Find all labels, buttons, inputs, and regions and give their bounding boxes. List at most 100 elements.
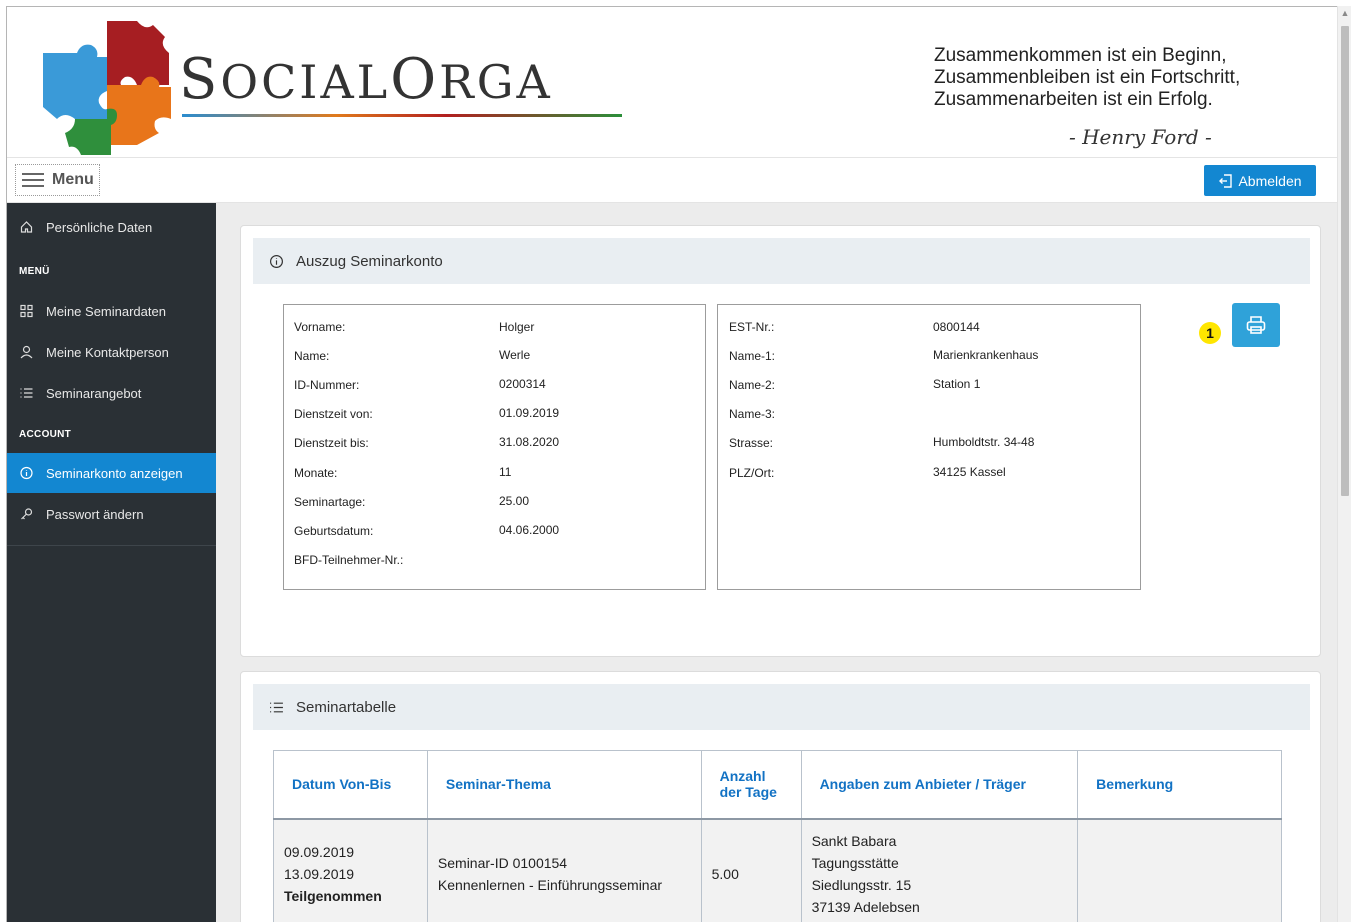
column-header-date: Datum Von-Bis bbox=[273, 750, 428, 820]
column-header-days: Anzahl der Tage bbox=[700, 750, 802, 820]
field-label: Vorname: bbox=[294, 320, 346, 334]
field-value: Marienkrankenhaus bbox=[933, 348, 1039, 362]
field-label: BFD-Teilnehmer-Nr.: bbox=[294, 553, 404, 567]
column-header-remark: Bemerkung bbox=[1077, 750, 1282, 820]
sidebar-item-seminarkonto-anzeigen[interactable]: Seminarkonto anzeigen bbox=[7, 453, 216, 493]
topbar: Menu Abmelden bbox=[7, 157, 1337, 203]
quote-line: Zusammenarbeiten ist ein Erfolg. bbox=[934, 89, 1213, 110]
field-value: Station 1 bbox=[933, 377, 981, 391]
field-label: PLZ/Ort: bbox=[729, 466, 775, 480]
seminar-card-header: Seminartabelle bbox=[253, 684, 1310, 730]
field-value: 11 bbox=[499, 465, 512, 479]
logout-label: Abmelden bbox=[1238, 172, 1302, 189]
sidebar-item-label: Meine Seminardaten bbox=[46, 303, 166, 319]
column-header-provider: Angaben zum Anbieter / Träger bbox=[800, 750, 1079, 820]
quote-line: Zusammenkommen ist ein Beginn, bbox=[934, 45, 1227, 66]
card-title: Auszug Seminarkonto bbox=[296, 252, 443, 270]
cell-date: 09.09.2019 13.09.2019 Teilgenommen bbox=[273, 818, 428, 922]
sidebar-section-menu: MENÜ bbox=[19, 266, 50, 277]
sidebar-item-meine-kontaktperson[interactable]: Meine Kontaktperson bbox=[7, 332, 216, 372]
annotation-badge: 1 bbox=[1199, 322, 1221, 344]
cell-provider: Sankt Babara Tagungsstätte Siedlungsstr.… bbox=[800, 818, 1079, 922]
home-icon bbox=[20, 221, 33, 233]
field-label: Strasse: bbox=[729, 436, 774, 450]
field-label: Geburtsdatum: bbox=[294, 524, 374, 538]
sidebar: Persönliche Daten MENÜ Meine Seminardate… bbox=[7, 203, 216, 922]
field-value: 34125 Kassel bbox=[933, 465, 1006, 479]
sidebar-item-label: Meine Kontaktperson bbox=[46, 344, 169, 360]
sidebar-item-meine-seminardaten[interactable]: Meine Seminardaten bbox=[7, 291, 216, 331]
scrollbar-thumb[interactable] bbox=[1341, 26, 1349, 496]
key-icon bbox=[21, 508, 33, 520]
personal-info-box: Vorname: Holger Name: Werle ID-Nummer: 0… bbox=[283, 304, 706, 590]
seminar-id: Seminar-ID 0100154 bbox=[437, 854, 568, 871]
grid-icon bbox=[20, 304, 33, 318]
info-icon bbox=[270, 254, 283, 268]
field-value: 0800144 bbox=[933, 320, 980, 334]
print-button[interactable] bbox=[1232, 303, 1280, 347]
account-card: Auszug Seminarkonto Vorname: Holger Name… bbox=[240, 225, 1321, 657]
field-label: Dienstzeit von: bbox=[294, 407, 373, 421]
menu-toggle-button[interactable]: Menu bbox=[15, 164, 100, 196]
field-value: Holger bbox=[499, 320, 535, 334]
field-label: Name-1: bbox=[729, 349, 776, 363]
cell-remark bbox=[1077, 818, 1282, 922]
list-icon bbox=[20, 388, 33, 398]
sidebar-item-label: Persönliche Daten bbox=[46, 219, 153, 235]
sidebar-section-account: ACCOUNT bbox=[19, 429, 72, 440]
table-row: 09.09.2019 13.09.2019 Teilgenommen Semin… bbox=[273, 818, 1282, 922]
main-content: Auszug Seminarkonto Vorname: Holger Name… bbox=[216, 203, 1337, 922]
field-label: ID-Nummer: bbox=[294, 378, 360, 392]
sidebar-item-seminarangebot[interactable]: Seminarangebot bbox=[7, 373, 216, 413]
field-value: 31.08.2020 bbox=[499, 435, 560, 449]
header: SOCIALORGA Zusammenkommen ist ein Beginn… bbox=[7, 7, 1337, 157]
user-icon bbox=[20, 345, 33, 359]
field-label: Seminartage: bbox=[294, 495, 366, 509]
account-card-header: Auszug Seminarkonto bbox=[253, 238, 1310, 284]
list-icon bbox=[270, 702, 283, 712]
field-label: Monate: bbox=[294, 466, 338, 480]
printer-icon bbox=[1246, 316, 1266, 334]
provider-line: 37139 Adelebsen bbox=[811, 898, 920, 915]
cell-days: 5.00 bbox=[700, 818, 802, 922]
field-value: 01.09.2019 bbox=[499, 406, 560, 420]
field-value: Werle bbox=[499, 348, 531, 362]
quote-author: - Henry Ford - bbox=[1069, 125, 1212, 149]
provider-line: Siedlungsstr. 15 bbox=[811, 876, 912, 893]
hamburger-icon bbox=[22, 173, 44, 187]
sidebar-item-label: Seminarkonto anzeigen bbox=[46, 465, 183, 481]
sidebar-divider bbox=[7, 545, 216, 546]
field-value: Humboldtstr. 34-48 bbox=[933, 435, 1035, 449]
sidebar-item-persoenliche-daten[interactable]: Persönliche Daten bbox=[7, 207, 216, 247]
menu-label: Menu bbox=[52, 171, 94, 188]
header-quote: Zusammenkommen ist ein Beginn, Zusammenb… bbox=[934, 45, 1240, 111]
logout-button[interactable]: Abmelden bbox=[1204, 165, 1316, 196]
scroll-up-icon[interactable]: ▲ bbox=[1340, 8, 1350, 18]
field-value: 04.06.2000 bbox=[499, 523, 560, 537]
field-label: Name-3: bbox=[729, 407, 776, 421]
date-from: 09.09.2019 bbox=[284, 843, 355, 860]
logout-icon bbox=[1219, 173, 1233, 188]
provider-line: Sankt Babara bbox=[811, 832, 897, 849]
table-header-row: Datum Von-Bis Seminar-Thema Anzahl der T… bbox=[273, 750, 1282, 820]
column-header-topic: Seminar-Thema bbox=[426, 750, 702, 820]
vertical-scrollbar[interactable]: ▲ bbox=[1337, 6, 1351, 922]
field-label: Name: bbox=[294, 349, 330, 363]
institution-info-box: EST-Nr.: 0800144 Name-1: Marienkrankenha… bbox=[717, 304, 1141, 590]
status-text: Teilgenommen bbox=[284, 887, 382, 904]
field-value: 25.00 bbox=[499, 494, 530, 508]
field-label: Name-2: bbox=[729, 378, 776, 392]
info-icon bbox=[20, 466, 33, 480]
field-value: 0200314 bbox=[499, 377, 546, 391]
field-label: EST-Nr.: bbox=[729, 320, 775, 334]
card-title: Seminartabelle bbox=[296, 698, 397, 716]
app-window: SOCIALORGA Zusammenkommen ist ein Beginn… bbox=[6, 6, 1337, 922]
sidebar-item-label: Passwort ändern bbox=[46, 506, 144, 522]
puzzle-logo-icon bbox=[43, 21, 171, 155]
brand-wordmark: SOCIALORGA bbox=[179, 47, 553, 112]
date-to: 13.09.2019 bbox=[284, 865, 355, 882]
field-label: Dienstzeit bis: bbox=[294, 436, 369, 450]
sidebar-item-passwort-aendern[interactable]: Passwort ändern bbox=[7, 494, 216, 534]
seminar-topic: Kennenlernen - Einführungsseminar bbox=[437, 876, 663, 893]
seminar-table: Datum Von-Bis Seminar-Thema Anzahl der T… bbox=[273, 750, 1282, 922]
